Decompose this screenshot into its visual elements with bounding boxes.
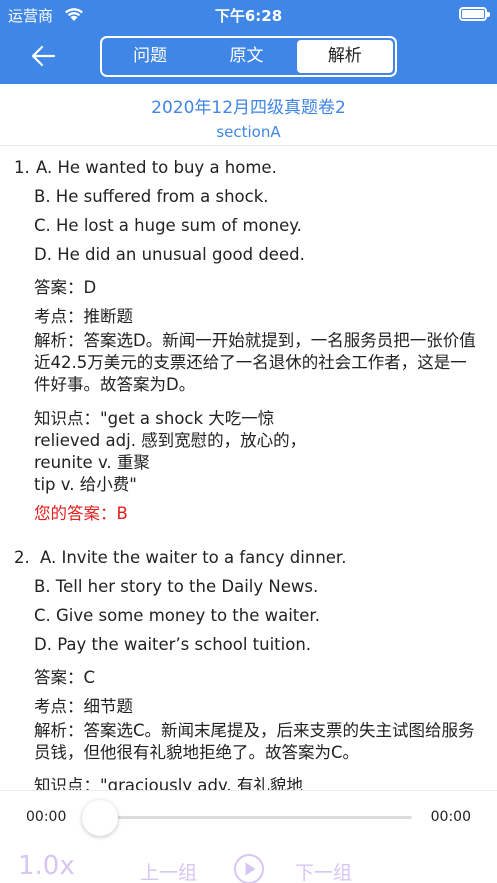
tab-question[interactable]: 问题 — [102, 38, 198, 75]
current-time: 00:00 — [26, 809, 67, 825]
knowledge-line: tip v. 给小费" — [34, 475, 137, 494]
status-bar: 运营商 下午6:28 — [0, 0, 497, 28]
next-group-button[interactable]: 下一组 — [295, 858, 352, 883]
option-d: D. Pay the waiter’s school tuition. — [34, 635, 312, 654]
total-time: 00:00 — [430, 809, 471, 825]
tab-original-text[interactable]: 原文 — [198, 38, 294, 75]
test-point-text: 考点：推断题 — [34, 307, 133, 326]
status-time: 下午6:28 — [214, 7, 283, 25]
knowledge-line: 知识点："graciously adv. 有礼貌地 — [34, 776, 303, 790]
battery-icon — [459, 7, 490, 21]
option-c: C. Give some money to the waiter. — [34, 606, 320, 625]
your-answer-text: 您的答案：B — [34, 504, 128, 523]
exam-title-block: 2020年12月四级真题卷2 sectionA — [0, 84, 497, 146]
option-d: D. He did an unusual good deed. — [34, 245, 305, 264]
question-number: 2. — [14, 548, 30, 567]
test-point-text: 考点：细节题 — [34, 697, 133, 716]
option-b: B. Tell her story to the Daily News. — [34, 577, 319, 596]
back-arrow-icon[interactable] — [28, 40, 60, 72]
answer-text: 答案：D — [34, 278, 97, 297]
tab-analysis[interactable]: 解析 — [296, 40, 393, 73]
knowledge-line: reunite v. 重聚 — [34, 453, 150, 472]
question-number: 1. — [14, 158, 30, 177]
previous-group-button[interactable]: 上一组 — [140, 858, 197, 883]
analysis-content[interactable]: 1. A. He wanted to buy a home. B. He suf… — [0, 146, 497, 790]
option-a: A. Invite the waiter to a fancy dinner. — [40, 548, 347, 567]
answer-text: 答案：C — [34, 668, 96, 687]
audio-player: 00:00 00:00 1.0x 上一组 下一组 — [0, 790, 497, 883]
progress-slider-knob[interactable] — [82, 800, 118, 836]
exam-title: 2020年12月四级真题卷2 — [151, 98, 346, 118]
analysis-text: 解析：答案选C。新闻末尾提及，后来支票的失主试图给服务员钱，但他很有礼貌地拒绝了… — [34, 721, 475, 762]
play-icon[interactable] — [233, 853, 265, 883]
header-bar: 运营商 下午6:28 问题 原文 解析 — [0, 0, 497, 84]
playback-speed-button[interactable]: 1.0x — [18, 851, 75, 881]
option-a: A. He wanted to buy a home. — [36, 158, 277, 177]
knowledge-line: 知识点："get a shock 大吃一惊 — [34, 409, 275, 428]
analysis-text: 解析：答案选D。新闻一开始就提到，一名服务员把一张价值近42.5万美元的支票还给… — [34, 331, 476, 394]
section-label: sectionA — [216, 123, 281, 141]
option-b: B. He suffered from a shock. — [34, 187, 269, 206]
option-c: C. He lost a huge sum of money. — [34, 216, 302, 235]
view-segmented-control: 问题 原文 解析 — [100, 36, 397, 77]
progress-track[interactable] — [100, 816, 412, 819]
knowledge-line: relieved adj. 感到宽慰的，放心的， — [34, 431, 307, 450]
